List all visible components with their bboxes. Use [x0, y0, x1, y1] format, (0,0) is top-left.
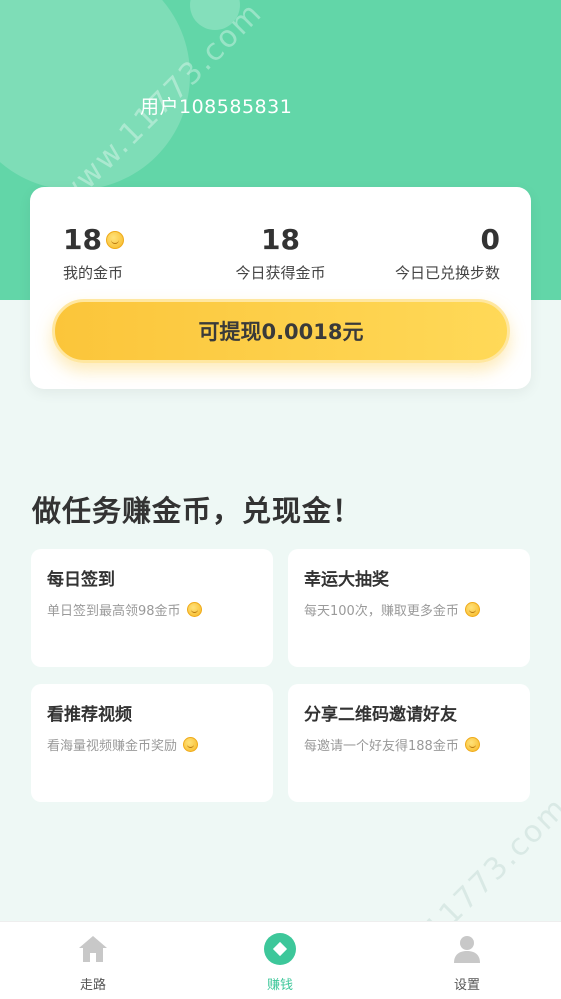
bottom-tab-bar: 走路 赚钱 设置 [0, 921, 561, 999]
username: 用户108585831 [140, 96, 293, 118]
stat-my-coins[interactable]: 18 我的金币 [63, 223, 124, 283]
task-title: 每日签到 [47, 570, 115, 590]
coin-icon [105, 230, 124, 249]
user-icon [454, 936, 480, 963]
task-title: 分享二维码邀请好友 [304, 705, 457, 725]
task-desc: 看海量视频赚金币奖励 [47, 739, 178, 754]
coin-icon [183, 737, 199, 752]
today-coins-label: 今日获得金币 [235, 264, 326, 282]
coin-icon [464, 602, 480, 617]
coin-diamond-icon [264, 933, 296, 965]
stat-today-coins: 18 今日获得金币 [228, 223, 333, 283]
task-card-watch-videos[interactable]: 看推荐视频 看海量视频赚金币奖励 [31, 684, 273, 802]
tab-label: 走路 [79, 978, 106, 993]
task-title: 幸运大抽奖 [304, 570, 389, 590]
section-title: 做任务赚金币，兑现金！ [32, 494, 363, 528]
task-desc: 单日签到最高领98金币 [47, 604, 181, 619]
task-desc: 每邀请一个好友得188金币 [304, 739, 459, 754]
task-title: 看推荐视频 [47, 705, 132, 725]
tab-walk[interactable]: 走路 [53, 932, 133, 993]
home-icon [79, 936, 107, 962]
withdraw-button[interactable]: 可提现0.0018元 [52, 299, 510, 363]
my-coins-value: 18 [63, 223, 102, 256]
today-steps-value: 0 [480, 223, 500, 256]
coin-icon [464, 737, 480, 752]
today-steps-label: 今日已兑换步数 [394, 264, 500, 282]
coin-icon [186, 602, 202, 617]
tab-settings[interactable]: 设置 [427, 932, 507, 993]
task-card-daily-checkin[interactable]: 每日签到 单日签到最高领98金币 [31, 549, 273, 667]
tab-label: 赚钱 [266, 978, 293, 993]
today-coins-value: 18 [261, 223, 300, 256]
tab-earn[interactable]: 赚钱 [240, 932, 320, 993]
task-desc: 每天100次，赚取更多金币 [304, 604, 459, 619]
stats-card: 18 我的金币 18 今日获得金币 0 今日已兑换步数 可提现0.0018元 [30, 187, 531, 389]
stat-today-steps: 0 今日已兑换步数 [395, 223, 500, 283]
task-card-invite-friends[interactable]: 分享二维码邀请好友 每邀请一个好友得188金币 [288, 684, 530, 802]
task-card-lucky-draw[interactable]: 幸运大抽奖 每天100次，赚取更多金币 [288, 549, 530, 667]
tab-label: 设置 [453, 978, 480, 993]
my-coins-label: 我的金币 [63, 264, 124, 282]
